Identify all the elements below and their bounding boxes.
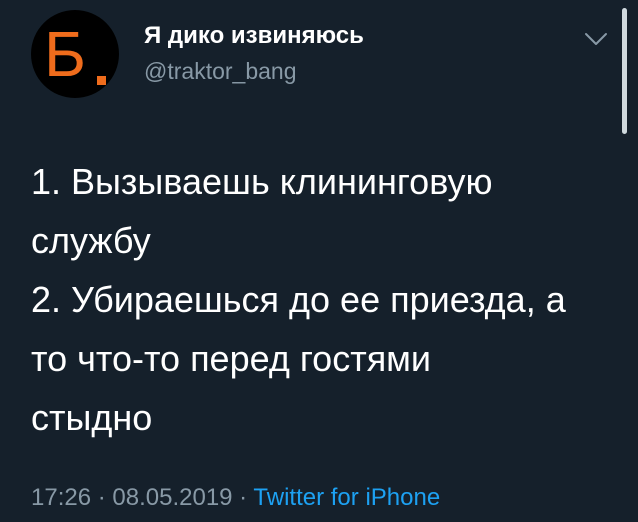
chevron-down-icon[interactable] [583, 31, 609, 47]
scrollbar[interactable] [622, 8, 627, 134]
tweet-text-line: 1. Вызываешь клининговую [31, 161, 493, 202]
tweet: Б Я дико извиняюсь @traktor_bang 1. Вызы… [0, 0, 638, 522]
avatar-letter: Б [44, 18, 86, 90]
tweet-text-line: 2. Убираешься до ее приезда, а [31, 279, 566, 320]
tweet-text-line: стыдно [31, 397, 153, 438]
tweet-text-line: то что-то перед гостями [31, 338, 432, 379]
avatar[interactable]: Б [31, 10, 119, 98]
tweet-source-link[interactable]: Twitter for iPhone [253, 484, 440, 511]
user-handle[interactable]: @traktor_bang [144, 58, 297, 85]
tweet-text: 1. Вызываешь клининговую службу 2. Убира… [31, 152, 611, 447]
meta-separator: · [232, 484, 254, 511]
meta-separator: · [91, 484, 113, 511]
tweet-date[interactable]: 08.05.2019 [112, 484, 232, 511]
tweet-time[interactable]: 17:26 [31, 484, 91, 511]
tweet-meta: 17:26 · 08.05.2019 · Twitter for iPhone [31, 484, 440, 512]
tweet-text-line: службу [31, 220, 151, 261]
avatar-dot [97, 76, 106, 85]
display-name[interactable]: Я дико извиняюсь [144, 22, 364, 50]
